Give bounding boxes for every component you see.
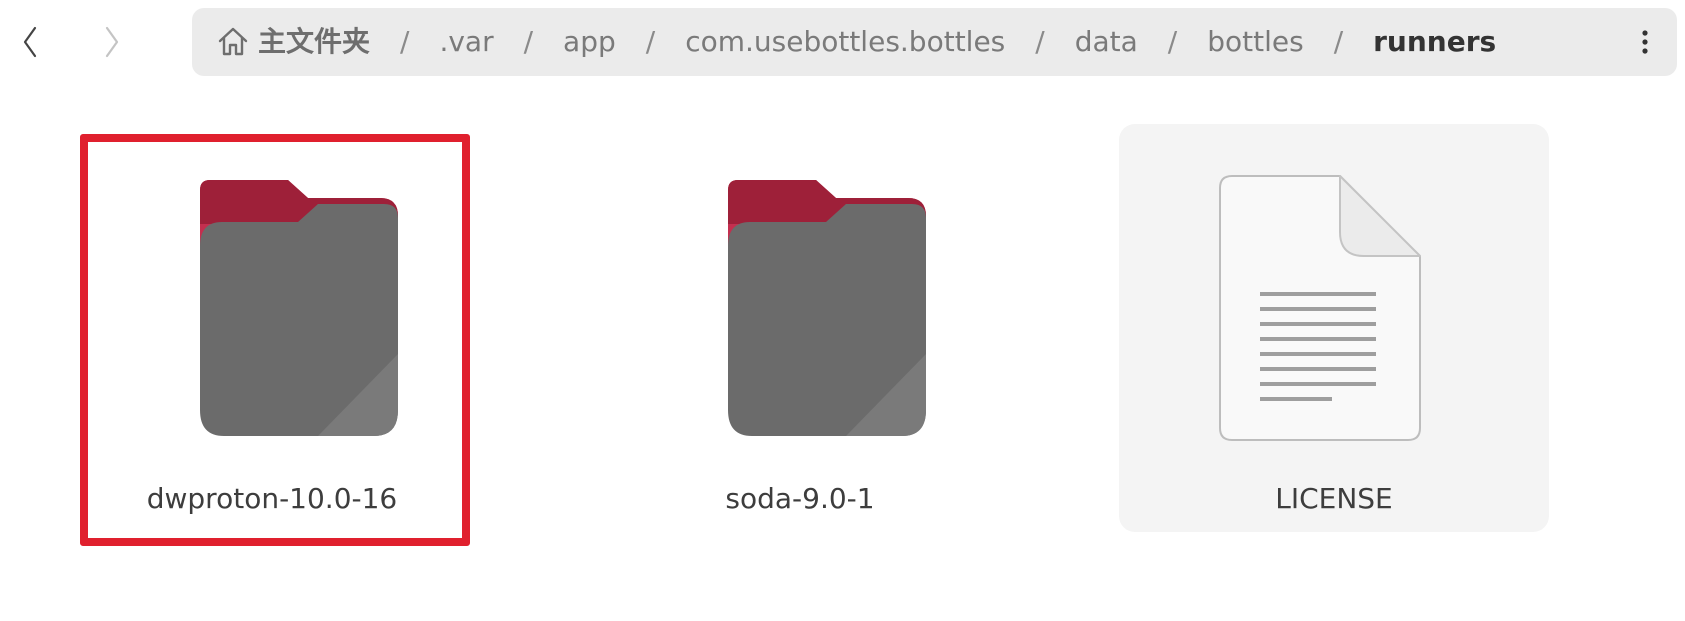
- breadcrumb-data[interactable]: data: [1075, 28, 1138, 56]
- breadcrumb-separator: /: [1035, 25, 1045, 58]
- breadcrumb-bottles[interactable]: bottles: [1207, 28, 1303, 56]
- path-bar: 主文件夹 / .var / app / com.usebottles.bottl…: [192, 8, 1677, 76]
- vertical-ellipsis-icon: [1642, 30, 1648, 54]
- chevron-left-icon: [23, 26, 37, 58]
- file-item-soda[interactable]: soda-9.0-1: [582, 124, 1018, 538]
- breadcrumb-label: 主文件夹: [258, 25, 371, 58]
- back-button[interactable]: [10, 18, 50, 66]
- file-item-license[interactable]: LICENSE: [1119, 124, 1549, 532]
- home-icon: [218, 27, 248, 56]
- forward-button[interactable]: [92, 18, 132, 66]
- file-name: LICENSE: [1275, 482, 1393, 515]
- breadcrumb: 主文件夹 / .var / app / com.usebottles.bottl…: [192, 8, 1496, 76]
- chevron-right-icon: [105, 26, 119, 58]
- path-menu-button[interactable]: [1629, 25, 1661, 59]
- breadcrumb-separator: /: [400, 25, 410, 58]
- breadcrumb-app[interactable]: app: [563, 28, 616, 56]
- breadcrumb-separator: /: [645, 25, 656, 58]
- breadcrumb-separator: /: [1167, 25, 1178, 58]
- breadcrumb-home[interactable]: 主文件夹: [216, 25, 370, 59]
- breadcrumb-com-usebottles-bottles[interactable]: com.usebottles.bottles: [685, 28, 1005, 56]
- breadcrumb-var[interactable]: .var: [439, 28, 493, 56]
- breadcrumb-separator: /: [523, 25, 534, 58]
- breadcrumb-runners[interactable]: runners: [1373, 28, 1496, 56]
- folder-icon: [650, 154, 950, 454]
- folder-icon: [122, 154, 422, 454]
- breadcrumb-separator: /: [1333, 25, 1344, 58]
- file-item-dwproton[interactable]: dwproton-10.0-16: [54, 124, 490, 538]
- text-file-icon: [1184, 154, 1484, 454]
- file-name: soda-9.0-1: [725, 482, 875, 515]
- file-name: dwproton-10.0-16: [146, 482, 398, 515]
